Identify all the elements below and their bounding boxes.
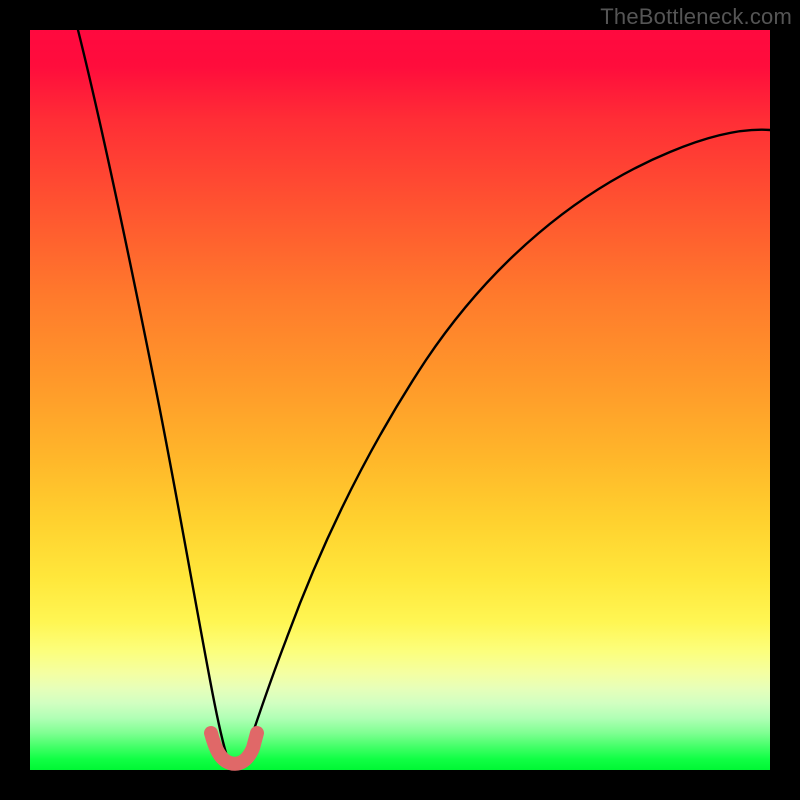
watermark-text: TheBottleneck.com <box>600 4 792 30</box>
curve-left-branch <box>78 30 226 753</box>
curve-minimum-bump <box>211 733 257 764</box>
chart-frame <box>30 30 770 770</box>
chart-svg <box>30 30 770 770</box>
curve-right-branch <box>246 130 770 753</box>
